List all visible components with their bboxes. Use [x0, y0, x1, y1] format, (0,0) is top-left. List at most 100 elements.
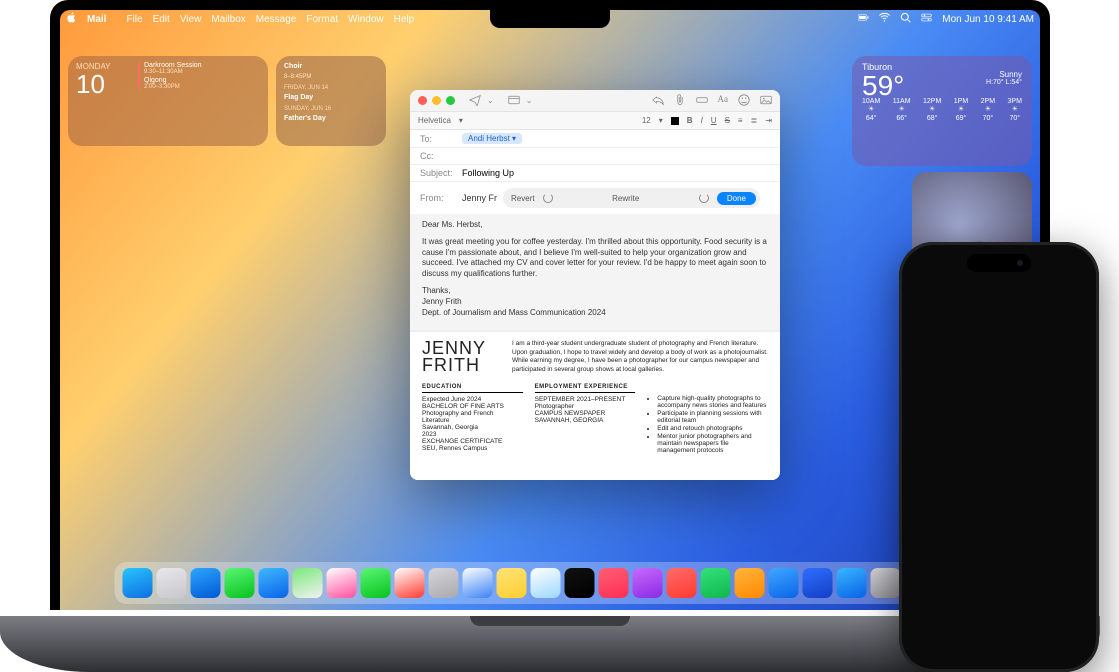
menu-item-message[interactable]: Message — [256, 14, 297, 25]
cv-attachment-preview[interactable]: JENNY FRITH I am a third-year student un… — [410, 330, 780, 480]
zoom-button[interactable] — [446, 96, 455, 105]
subject-field[interactable]: Subject: — [410, 165, 780, 182]
reminders-widget[interactable]: Choir8–8:45PMFRIDAY, JUN 14Flag DaySUNDA… — [276, 56, 386, 146]
forecast-hour: 3PM☀︎70° — [1008, 98, 1022, 122]
battery-icon[interactable] — [858, 12, 869, 26]
format-icon[interactable]: Aa — [718, 94, 729, 108]
reply-icon[interactable] — [652, 94, 664, 108]
dock-app-finder[interactable] — [123, 568, 153, 598]
rewrite-label[interactable]: Rewrite — [561, 194, 691, 203]
cv-exp-bullet: Edit and retouch photographs — [657, 425, 768, 432]
dock-app-notes[interactable] — [497, 568, 527, 598]
attach-icon[interactable] — [674, 94, 686, 108]
recipient-token[interactable]: Andi Herbst ▾ — [462, 133, 522, 144]
menu-item-window[interactable]: Window — [348, 14, 384, 25]
reminders-item[interactable]: Choir — [284, 62, 378, 73]
font-size[interactable]: 12 — [642, 116, 651, 125]
dock-app-tv[interactable] — [565, 568, 595, 598]
dock-app-photos[interactable] — [327, 568, 357, 598]
forecast-hour: 11AM☀︎66° — [893, 98, 911, 122]
dock-app-maps[interactable] — [293, 568, 323, 598]
cv-name: JENNY FRITH — [422, 340, 502, 374]
menu-clock[interactable]: Mon Jun 10 9:41 AM — [942, 14, 1034, 25]
dock-app-contacts[interactable] — [429, 568, 459, 598]
align-button[interactable]: ≡ — [738, 116, 743, 125]
dock-app-messages[interactable] — [225, 568, 255, 598]
dock-app-safari[interactable] — [191, 568, 221, 598]
send-icon[interactable] — [469, 94, 481, 108]
display-notch — [490, 10, 610, 28]
header-fields-icon[interactable] — [508, 94, 520, 108]
text-color-swatch[interactable] — [671, 117, 679, 125]
revert-button[interactable]: Revert — [511, 194, 535, 203]
iphone-device — [899, 242, 1099, 672]
cv-edu-line: 2023 — [422, 431, 523, 438]
apple-menu[interactable] — [66, 12, 77, 26]
writing-tools-bar: Revert Rewrite Done — [503, 188, 760, 208]
wifi-icon[interactable] — [879, 12, 890, 26]
dock-app-mail[interactable] — [259, 568, 289, 598]
search-icon[interactable] — [900, 12, 911, 26]
underline-button[interactable]: U — [711, 116, 717, 125]
chevron-down-icon[interactable]: ▾ — [659, 116, 663, 125]
dock-app-launchpad[interactable] — [157, 568, 187, 598]
strike-button[interactable]: S — [725, 116, 730, 125]
to-field[interactable]: To: Andi Herbst ▾ — [410, 130, 780, 148]
indent-button[interactable]: ⇥ — [765, 116, 772, 125]
menu-item-mailbox[interactable]: Mailbox — [211, 14, 245, 25]
dock-app-facetime[interactable] — [361, 568, 391, 598]
to-label: To: — [420, 134, 462, 144]
dock-app-pages[interactable] — [735, 568, 765, 598]
dock-app-numbers[interactable] — [701, 568, 731, 598]
chevron-down-icon[interactable]: ▾ — [459, 116, 463, 125]
menu-item-file[interactable]: File — [126, 14, 142, 25]
cv-exp-meta-line: Photographer — [535, 403, 636, 410]
chevron-down-icon[interactable]: ⌄ — [526, 96, 533, 105]
body-paragraph: It was great meeting you for coffee yest… — [422, 237, 768, 280]
minimize-button[interactable] — [432, 96, 441, 105]
subject-input[interactable] — [462, 168, 770, 178]
revert-loop-icon — [543, 193, 553, 203]
control-center-icon[interactable] — [921, 12, 932, 26]
cc-field[interactable]: Cc: — [410, 148, 780, 165]
dock-app-xcode[interactable] — [803, 568, 833, 598]
dock-app-settings[interactable] — [871, 568, 901, 598]
dock-app-freeform[interactable] — [531, 568, 561, 598]
from-field[interactable]: From: Jenny Fr Revert Rewrite Done — [410, 182, 780, 214]
weather-widget[interactable]: Tiburon 59° Sunny H:70° L:54° 10AM☀︎64°1… — [852, 56, 1032, 166]
calendar-widget[interactable]: MONDAY 10 Darkroom Session9:30–11:30AMQi… — [68, 56, 268, 146]
emoji-icon[interactable] — [738, 94, 750, 108]
cv-education-header: EDUCATION — [422, 384, 523, 393]
compose-titlebar[interactable]: ⌄ ⌄ Aa — [410, 90, 780, 112]
dock-app-calendar[interactable] — [395, 568, 425, 598]
menu-item-edit[interactable]: Edit — [153, 14, 170, 25]
calendar-event[interactable]: Darkroom Session9:30–11:30AM — [138, 62, 262, 75]
dock-app-podcasts[interactable] — [633, 568, 663, 598]
list-button[interactable]: ≣ — [751, 116, 758, 125]
dock-app-news[interactable] — [667, 568, 697, 598]
dock-app-appstore[interactable] — [837, 568, 867, 598]
dock-app-music[interactable] — [599, 568, 629, 598]
font-name[interactable]: Helvetica — [418, 116, 451, 125]
menu-item-view[interactable]: View — [180, 14, 202, 25]
from-value: Jenny Fr — [462, 193, 497, 203]
italic-button[interactable]: I — [701, 116, 703, 125]
dock-app-keynote[interactable] — [769, 568, 799, 598]
done-button[interactable]: Done — [717, 192, 756, 205]
chevron-down-icon[interactable]: ⌄ — [487, 96, 494, 105]
message-body[interactable]: Dear Ms. Herbst, It was great meeting yo… — [410, 214, 780, 330]
close-button[interactable] — [418, 96, 427, 105]
menu-item-format[interactable]: Format — [306, 14, 338, 25]
forecast-hour: 1PM☀︎69° — [954, 98, 968, 122]
menu-item-help[interactable]: Help — [394, 14, 415, 25]
cv-exp-meta-line: SEPTEMBER 2021–PRESENT — [535, 396, 636, 403]
menu-app-name[interactable]: Mail — [87, 14, 106, 25]
link-icon[interactable] — [696, 94, 708, 108]
dock-app-reminders[interactable] — [463, 568, 493, 598]
cv-edu-line: Photography and French Literature — [422, 410, 523, 424]
reminders-item[interactable]: Flag Day — [284, 93, 378, 104]
reminders-item[interactable]: Father's Day — [284, 114, 378, 125]
calendar-event[interactable]: Qigong2:00–3:30PM — [138, 77, 262, 90]
photo-icon[interactable] — [760, 94, 772, 108]
bold-button[interactable]: B — [687, 116, 693, 125]
